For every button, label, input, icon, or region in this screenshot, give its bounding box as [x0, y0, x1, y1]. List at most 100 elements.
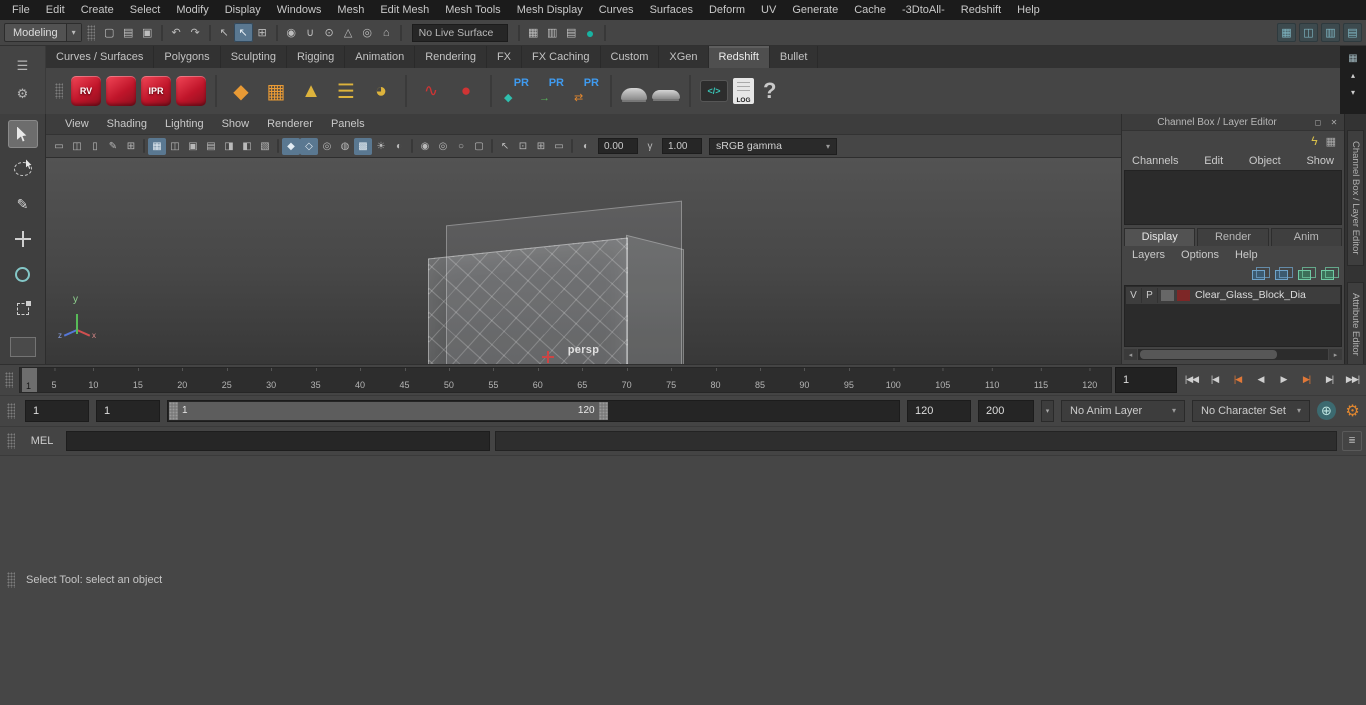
exposure-icon[interactable]: ◐ [577, 138, 595, 155]
viewport-toolbar-icon[interactable]: ⊡ [514, 138, 532, 155]
statusline-icon[interactable]: ↶ [167, 23, 186, 42]
render-icon[interactable]: ▥ [543, 23, 562, 42]
playback-button[interactable]: ▶▶| [1341, 367, 1364, 393]
statusline-icon[interactable]: ↷ [186, 23, 205, 42]
viewport-toolbar-icon[interactable]: ◆ [282, 137, 300, 155]
rs-curve-icon[interactable]: ∿ [416, 75, 446, 107]
viewport-toolbar-icon[interactable]: ◉ [416, 138, 434, 155]
toolbar-grip[interactable] [86, 24, 95, 41]
shelf-tab[interactable]: Rendering [415, 46, 487, 68]
menu-item[interactable]: -3DtoAll- [894, 0, 953, 20]
rs-dome-light-icon[interactable]: ☰ [331, 75, 361, 107]
menu-item[interactable]: Mesh [329, 0, 372, 20]
select-tool[interactable] [7, 120, 38, 148]
statusline-icon[interactable]: ∪ [301, 23, 320, 42]
viewport-toolbar-icon[interactable]: ↖ [496, 138, 514, 155]
shelf-tab[interactable]: FX Caching [522, 46, 601, 68]
scroll-left-icon[interactable]: ◂ [1124, 349, 1137, 360]
menu-item[interactable]: Mesh Display [509, 0, 591, 20]
viewport-toolbar-icon[interactable]: ◫ [68, 138, 86, 155]
move-layer-up-icon[interactable] [1252, 266, 1270, 280]
menu-item[interactable]: Edit Mesh [372, 0, 437, 20]
rs-log-icon[interactable]: LOG [733, 78, 754, 104]
timeline-grip[interactable] [5, 371, 13, 388]
shelf-tab[interactable]: Redshift [708, 46, 770, 68]
layer-name[interactable]: Clear_Glass_Block_Dia [1195, 289, 1340, 301]
viewport-toolbar-icon[interactable]: ▢ [470, 138, 488, 155]
range-end-handle[interactable] [598, 401, 608, 420]
render-icon[interactable]: ▦ [524, 23, 543, 42]
statusline-icon[interactable]: ▤ [119, 23, 138, 42]
statusline-icon[interactable]: ◉ [282, 23, 301, 42]
menu-item[interactable]: Edit [38, 0, 73, 20]
workspace-icon[interactable]: ▤ [1343, 23, 1362, 42]
paint-select-tool[interactable]: ✎ [8, 190, 38, 218]
range-start-handle[interactable] [169, 401, 178, 420]
menu-item[interactable]: Surfaces [642, 0, 701, 20]
shelf-grip[interactable] [55, 83, 63, 99]
menu-item[interactable]: Display [217, 0, 269, 20]
playback-start-field[interactable]: 1 [96, 399, 160, 422]
channel-list-area[interactable] [1124, 170, 1342, 225]
workspace-icon[interactable]: ▦ [1277, 23, 1296, 42]
viewport-toolbar-icon[interactable]: ▦ [148, 137, 166, 155]
layer-editor-menu-item[interactable]: Help [1235, 249, 1258, 261]
menu-item[interactable]: Mesh Tools [437, 0, 508, 20]
colorspace-dropdown[interactable]: sRGB gamma ▾ [709, 137, 837, 155]
scrollbar-track[interactable] [1138, 349, 1328, 360]
viewport-toolbar-icon[interactable]: ▭ [550, 138, 568, 155]
viewport-toolbar-icon[interactable]: ✎ [104, 138, 122, 155]
viewport-toolbar-icon[interactable]: ◎ [434, 138, 452, 155]
rs-material-icon[interactable]: ◆ [226, 75, 256, 107]
side-panel-tab[interactable]: Channel Box / Layer Editor [1347, 130, 1364, 266]
anim-layer-dropdown[interactable]: No Anim Layer ▾ [1061, 399, 1185, 422]
menu-item[interactable]: UV [753, 0, 784, 20]
channel-box-menu-item[interactable]: Edit [1204, 155, 1223, 167]
viewport-toolbar-icon[interactable]: ▯ [86, 138, 104, 155]
viewport-toolbar-icon[interactable]: ▤ [202, 138, 220, 155]
viewport-toolbar-icon[interactable]: ⊞ [122, 138, 140, 155]
animation-start-field[interactable]: 1 [25, 399, 89, 422]
layer-playback-toggle[interactable]: P [1142, 287, 1158, 303]
rs-help-icon[interactable]: ? [759, 78, 780, 104]
workspace-icon[interactable]: ▥ [1321, 23, 1340, 42]
playback-button[interactable]: |◀◀ [1180, 367, 1203, 393]
layer-editor-tab[interactable]: Anim [1270, 227, 1342, 246]
statusline-icon[interactable]: △ [339, 23, 358, 42]
range-preset-icon[interactable]: ▾ [1041, 399, 1054, 422]
rs-proxy-export-icon[interactable]: PR ◆ [501, 76, 531, 106]
layer-color-swatch[interactable] [1177, 289, 1190, 301]
viewport-toolbar-icon[interactable]: ◍ [336, 138, 354, 155]
shelf-tab[interactable]: Curves / Surfaces [46, 46, 155, 68]
command-grip[interactable] [7, 432, 15, 449]
statusline-icon[interactable]: ⌂ [377, 23, 396, 42]
channel-box-menu-item[interactable]: Object [1249, 155, 1281, 167]
range-grip[interactable] [7, 402, 15, 419]
shelf-gear-icon[interactable]: ⚙ [12, 86, 34, 102]
viewport-toolbar-icon[interactable]: ◨ [220, 138, 238, 155]
viewport-toolbar-icon[interactable]: ◫ [166, 138, 184, 155]
gamma-icon[interactable]: γ [641, 138, 659, 155]
live-surface-field[interactable]: No Live Surface [411, 23, 508, 42]
scale-tool[interactable] [8, 295, 38, 323]
viewport-toolbar-icon[interactable]: ▭ [50, 138, 68, 155]
side-panel-tab[interactable]: Attribute Editor [1347, 281, 1364, 367]
menu-item[interactable]: Create [73, 0, 122, 20]
scroll-right-icon[interactable]: ▸ [1329, 349, 1342, 360]
statusline-icon[interactable]: ◎ [358, 23, 377, 42]
auto-keyframe-icon[interactable]: ⊕ [1317, 401, 1336, 420]
viewport-menu-item[interactable]: Show [213, 114, 259, 135]
viewport-menu-item[interactable]: Renderer [258, 114, 322, 135]
layer-editor-tab[interactable]: Display [1124, 227, 1196, 246]
layer-editor-menu-item[interactable]: Layers [1132, 249, 1165, 261]
menu-item[interactable]: Deform [701, 0, 753, 20]
viewport-menu-item[interactable]: Lighting [156, 114, 213, 135]
shelf-overflow-icon[interactable]: ▦ [1345, 52, 1361, 64]
playback-button[interactable]: ▶| [1295, 367, 1318, 393]
rs-proxy-import-icon[interactable]: PR → [536, 76, 566, 106]
channel-display-icon[interactable]: ▦ [1326, 135, 1336, 148]
viewport-toolbar-icon[interactable]: ⊞ [532, 138, 550, 155]
layer-display-type-swatch[interactable] [1161, 289, 1174, 301]
create-layer-from-selected-icon[interactable] [1321, 266, 1339, 280]
viewport-toolbar-icon[interactable]: ◇ [300, 137, 318, 155]
